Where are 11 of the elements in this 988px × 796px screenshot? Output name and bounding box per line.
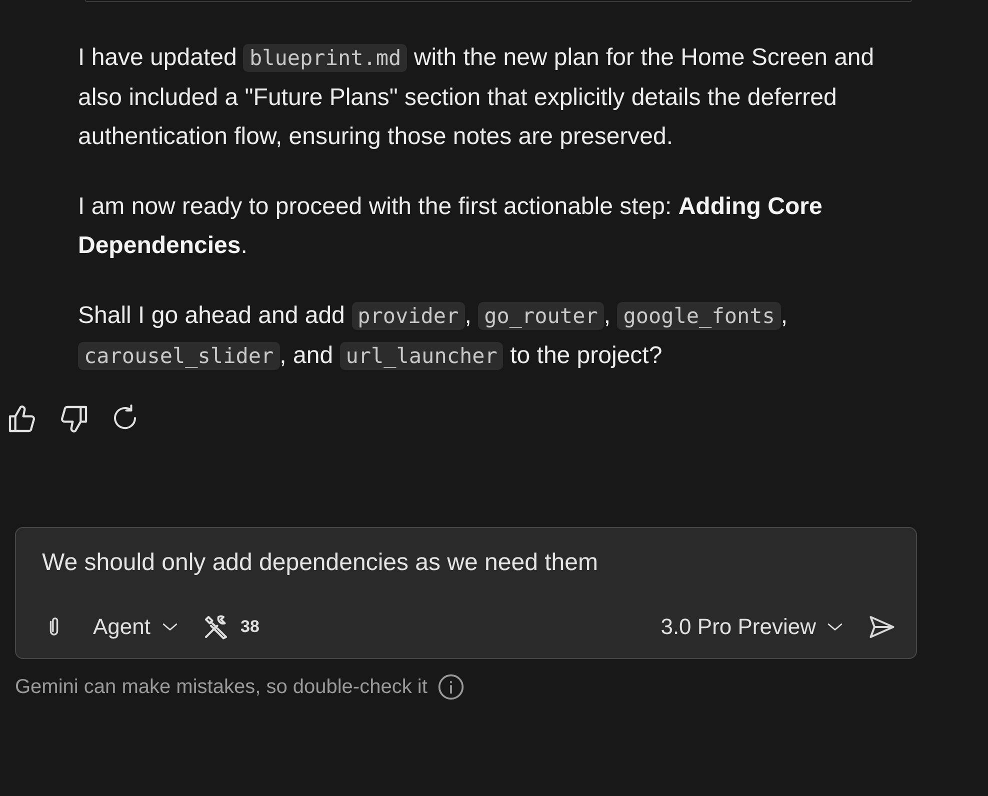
info-icon[interactable] <box>437 673 466 701</box>
model-dropdown[interactable]: 3.0 Pro Preview <box>660 614 846 640</box>
tools-button[interactable]: 38 <box>200 612 260 642</box>
mode-dropdown[interactable]: Agent <box>93 614 180 640</box>
disclaimer-text: Gemini can make mistakes, so double-check it <box>15 676 428 698</box>
message-paragraph: Shall I go ahead and add provider , go_router , google_fonts , carousel_slider , and url_launcher to the project? <box>78 301 789 372</box>
message-paragraph: I am now ready to proceed with the first actionable step: Adding Core Dependencies. <box>78 192 824 261</box>
thumbs-up-icon[interactable] <box>6 403 38 435</box>
message-input[interactable]: We should only add dependencies as we need them <box>41 548 898 578</box>
thumbs-down-icon[interactable] <box>58 403 90 435</box>
message-paragraph: I have updated blueprint.md with the new plan for the Home Screen and also included a "Future Plans" section that explicitly details the deferred authentication flow, ensuring those notes are preserved. <box>78 43 876 152</box>
